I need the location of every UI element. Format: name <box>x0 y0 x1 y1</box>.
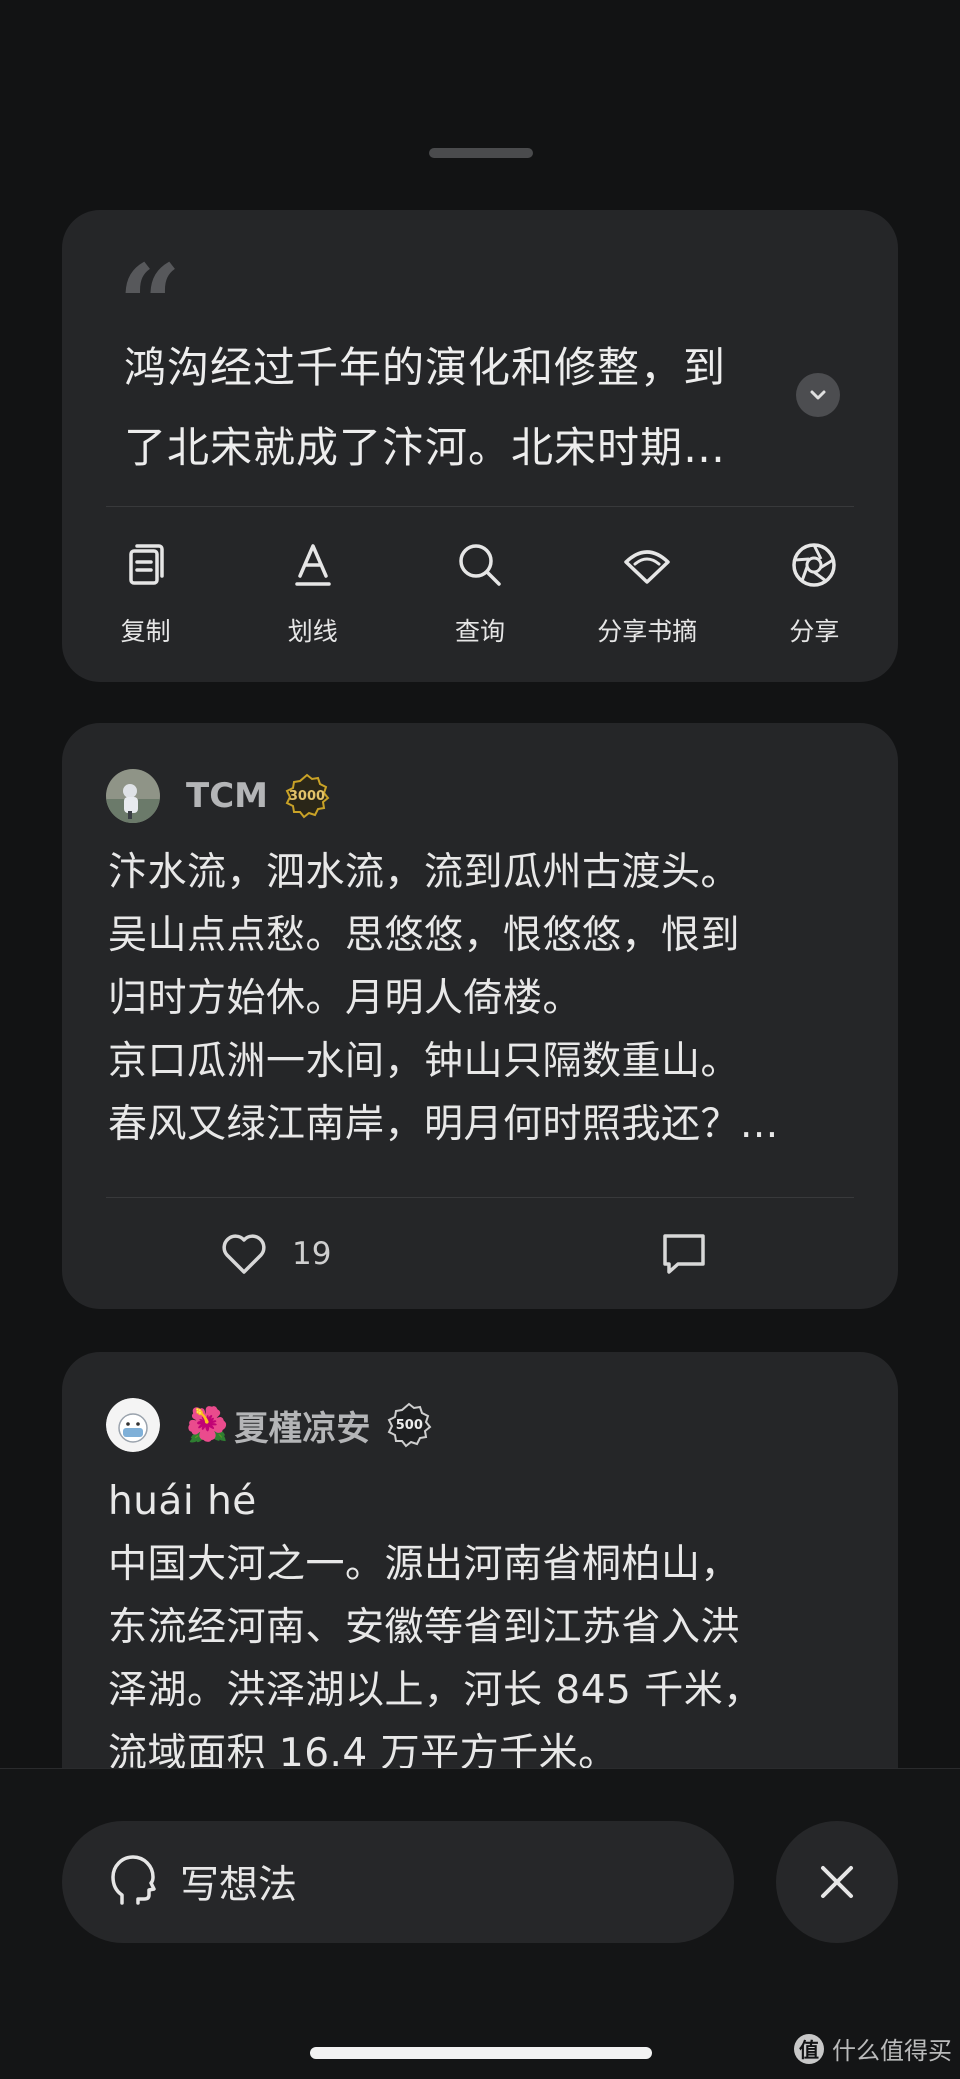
search-icon <box>459 544 501 586</box>
comment-header: 🌺 夏槿凉安 500 <box>106 1398 432 1452</box>
copy-icon <box>128 544 164 585</box>
close-button[interactable] <box>776 1821 898 1943</box>
write-thought-label: 写想法 <box>180 1863 298 1908</box>
watermark-text: 什么值得买 <box>832 2037 952 2065</box>
comment-text: 汴水流，泗水流，流到瓜州古渡头。 吴山点点愁。思悠悠，恨悠悠，恨到 归时方始休。… <box>108 850 779 1147</box>
avatar-image <box>106 1398 160 1452</box>
lookup-button[interactable]: 查询 <box>396 540 563 660</box>
comment-icon <box>663 1234 705 1274</box>
close-icon <box>821 1866 853 1898</box>
share-excerpt-label: 分享书摘 <box>597 617 698 646</box>
badge-value: 3000 <box>288 788 326 804</box>
bottom-bar: 写想法 值 什么值得买 <box>0 1768 960 2079</box>
share-excerpt-button[interactable]: 分享书摘 <box>564 540 731 660</box>
sheet-grabber[interactable] <box>429 148 533 158</box>
chevron-down-icon <box>810 390 826 400</box>
level-badge: 500 <box>386 1402 432 1448</box>
heart-icon <box>222 1234 266 1274</box>
avatar[interactable] <box>106 769 160 823</box>
divider <box>106 506 854 507</box>
quote-mark-icon: “ <box>118 250 182 320</box>
watermark-logo: 值 <box>794 2033 824 2064</box>
share-label: 分享 <box>789 617 840 646</box>
username[interactable]: TCM <box>186 776 268 816</box>
badge-value: 500 <box>395 1417 423 1433</box>
home-indicator <box>310 2047 652 2059</box>
expand-button[interactable] <box>796 373 840 417</box>
underline-icon <box>295 544 331 586</box>
username[interactable]: 夏槿凉安 <box>234 1401 370 1450</box>
action-bar: 复制 划线 查询 分享书摘 分享 <box>62 540 898 660</box>
comment-header: TCM 3000 <box>106 769 330 823</box>
comment-text: huái hé 中国大河之一。源出河南省桐柏山， 东流经河南、安徽等省到江苏省入… <box>108 1479 763 1776</box>
watermark: 值 什么值得买 <box>794 2031 952 2066</box>
head-thought-icon <box>111 1855 156 1905</box>
quote-card: “ 鸿沟经过千年的演化和修整，到了北宋就成了汴河。北宋时期… 复制 划线 查询 … <box>62 210 898 682</box>
quote-text: 鸿沟经过千年的演化和修整，到了北宋就成了汴河。北宋时期… <box>124 343 727 472</box>
like-count: 19 <box>292 1236 332 1272</box>
copy-button[interactable]: 复制 <box>62 540 229 660</box>
level-badge: 3000 <box>284 773 330 819</box>
avatar[interactable] <box>106 1398 160 1452</box>
share-button[interactable]: 分享 <box>731 540 898 660</box>
copy-label: 复制 <box>120 617 171 646</box>
underline-label: 划线 <box>287 617 338 646</box>
reply-button[interactable] <box>660 1231 708 1281</box>
lookup-label: 查询 <box>455 617 506 646</box>
avatar-image <box>106 769 160 823</box>
share-icon <box>792 543 837 587</box>
flower-emoji: 🌺 <box>186 1405 229 1445</box>
write-thought-button[interactable]: 写想法 <box>62 1821 734 1943</box>
comment-card[interactable]: TCM 3000 汴水流，泗水流，流到瓜州古渡头。 吴山点点愁。思悠悠，恨悠悠，… <box>62 723 898 1309</box>
underline-button[interactable]: 划线 <box>229 540 396 660</box>
like-button[interactable]: 19 <box>220 1231 331 1277</box>
divider <box>106 1197 854 1198</box>
share-excerpt-icon <box>624 550 670 584</box>
